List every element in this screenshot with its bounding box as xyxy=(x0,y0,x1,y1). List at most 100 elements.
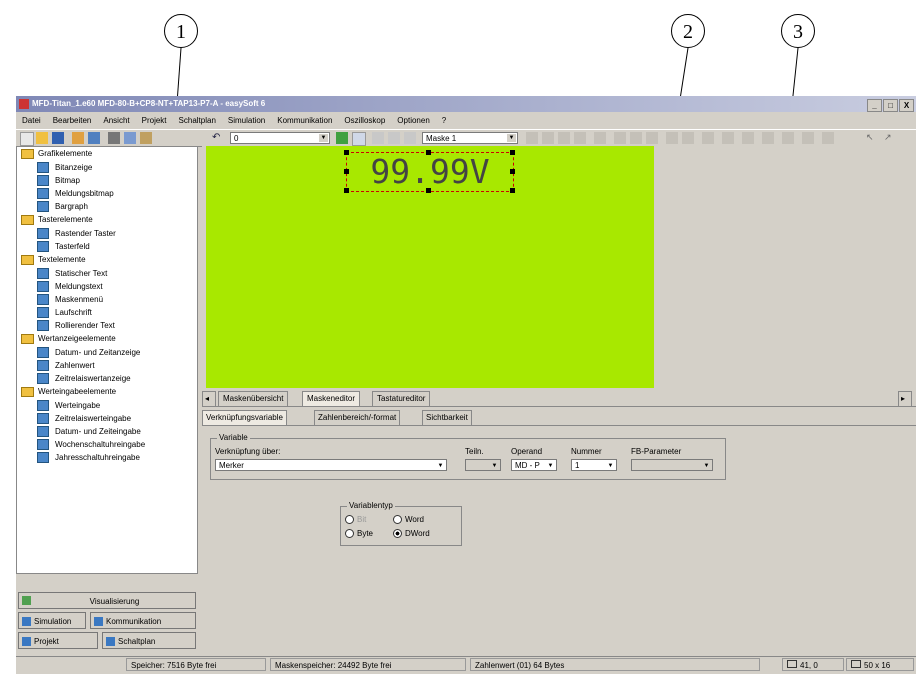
resize-handle[interactable] xyxy=(426,150,431,155)
tab-sichtbarkeit[interactable]: Sichtbarkeit xyxy=(422,410,472,425)
kommunikation-button[interactable]: Kommunikation xyxy=(90,612,196,629)
same-width-icon[interactable] xyxy=(614,132,626,144)
tree-group-textelemente[interactable]: Textelemente xyxy=(17,253,197,267)
projekt-button[interactable]: Projekt xyxy=(18,632,98,649)
tree-group-grafikelemente[interactable]: Grafikelemente xyxy=(17,147,197,161)
numeric-value-element[interactable]: 99.99V xyxy=(346,152,514,192)
tree-item-bitmap[interactable]: Bitmap xyxy=(17,174,197,187)
tree-item-meldungstext[interactable]: Meldungstext xyxy=(17,280,197,293)
same-size-icon[interactable] xyxy=(646,132,658,144)
ungroup-icon[interactable] xyxy=(762,132,774,144)
simulation-button[interactable]: Simulation xyxy=(18,612,86,629)
rotate-icon[interactable] xyxy=(782,132,794,144)
group-icon[interactable] xyxy=(742,132,754,144)
tree-item-zeitrelaiswerteingabe[interactable]: Zeitrelaiswerteingabe xyxy=(17,412,197,425)
tree-item-bargraph[interactable]: Bargraph xyxy=(17,200,197,213)
back-icon[interactable] xyxy=(682,132,694,144)
radio-bit[interactable]: Bit xyxy=(345,515,366,525)
lcd-display[interactable]: 99.99V xyxy=(206,146,654,388)
print-icon[interactable] xyxy=(72,132,84,144)
mirror-icon[interactable] xyxy=(822,132,834,144)
menu-bearbeiten[interactable]: Bearbeiten xyxy=(53,116,92,125)
link-select[interactable]: Merker ▼ xyxy=(215,459,447,471)
zoom-out-icon[interactable] xyxy=(388,132,400,144)
fb-parameter-select[interactable]: ▼ xyxy=(631,459,713,471)
tree-group-werteingabeelemente[interactable]: Werteingabeelemente xyxy=(17,385,197,399)
menu-optionen[interactable]: Optionen xyxy=(397,116,429,125)
menu-oszilloskop[interactable]: Oszilloskop xyxy=(344,116,385,125)
resize-handle[interactable] xyxy=(344,150,349,155)
tree-item-jahresschaltuhreingabe[interactable]: Jahresschaltuhreingabe xyxy=(17,451,197,464)
flip-icon[interactable] xyxy=(802,132,814,144)
tab-maskenuebersicht[interactable]: Maskenübersicht xyxy=(218,391,289,406)
menu-kommunikation[interactable]: Kommunikation xyxy=(277,116,332,125)
align-top-icon[interactable] xyxy=(574,132,586,144)
tree-item-wochenschaltuhreingabe[interactable]: Wochenschaltuhreingabe xyxy=(17,438,197,451)
tab-zahlenbereich-format[interactable]: Zahlenbereich/-format xyxy=(314,410,401,425)
distribute-icon[interactable] xyxy=(594,132,606,144)
tree-item-laufschrift[interactable]: Laufschrift xyxy=(17,306,197,319)
menu-schaltplan[interactable]: Schaltplan xyxy=(179,116,216,125)
teiln-select[interactable]: ▼ xyxy=(465,459,501,471)
lock-icon[interactable] xyxy=(722,132,734,144)
pointer-icon[interactable]: ↖ xyxy=(866,132,878,144)
menu-ansicht[interactable]: Ansicht xyxy=(103,116,129,125)
grid-icon[interactable] xyxy=(702,132,714,144)
radio-word[interactable]: Word xyxy=(393,515,424,525)
tab-tastatureditor[interactable]: Tastatureditor xyxy=(372,391,431,406)
menu-help[interactable]: ? xyxy=(442,116,446,125)
visualisierung-button[interactable]: Visualisierung xyxy=(18,592,196,609)
close-button[interactable]: X xyxy=(899,99,914,112)
resize-handle[interactable] xyxy=(510,150,515,155)
align-left-icon[interactable] xyxy=(526,132,538,144)
nummer-select[interactable]: 1 ▼ xyxy=(571,459,617,471)
resize-handle[interactable] xyxy=(510,169,515,174)
tree-group-tasterelemente[interactable]: Tasterelemente xyxy=(17,213,197,227)
front-icon[interactable] xyxy=(666,132,678,144)
tree-item-datum-zeitanzeige[interactable]: Datum- und Zeitanzeige xyxy=(17,346,197,359)
minimize-button[interactable]: _ xyxy=(867,99,882,112)
scroll-left-icon[interactable]: ◂ xyxy=(202,391,216,406)
open-icon[interactable] xyxy=(36,132,48,144)
help-pointer-icon[interactable]: ↗ xyxy=(884,132,896,144)
menu-projekt[interactable]: Projekt xyxy=(142,116,167,125)
tree-item-bitanzeige[interactable]: Bitanzeige xyxy=(17,161,197,174)
zoom-fit-icon[interactable] xyxy=(404,132,416,144)
radio-dword[interactable]: DWord xyxy=(393,529,430,539)
tree-item-maskenmenue[interactable]: Maskenmenü xyxy=(17,293,197,306)
radio-byte[interactable]: Byte xyxy=(345,529,373,539)
cut-icon[interactable] xyxy=(108,132,120,144)
tree-item-zahlenwert[interactable]: Zahlenwert xyxy=(17,359,197,372)
schaltplan-button[interactable]: Schaltplan xyxy=(102,632,196,649)
align-center-icon[interactable] xyxy=(542,132,554,144)
maximize-button[interactable]: □ xyxy=(883,99,898,112)
save-icon[interactable] xyxy=(52,132,64,144)
copy-icon[interactable] xyxy=(124,132,136,144)
tab-verknuepfungsvariable[interactable]: Verknüpfungsvariable xyxy=(202,410,287,425)
tree-item-tasterfeld[interactable]: Tasterfeld xyxy=(17,240,197,253)
tree-item-rastender-taster[interactable]: Rastender Taster xyxy=(17,227,197,240)
step-combo[interactable]: 0 ▼ xyxy=(230,132,330,144)
align-right-icon[interactable] xyxy=(558,132,570,144)
same-height-icon[interactable] xyxy=(630,132,642,144)
mask-icon[interactable] xyxy=(352,132,366,146)
tree-item-zeitrelaiswertanzeige[interactable]: Zeitrelaiswertanzeige xyxy=(17,372,197,385)
tab-maskeneditor[interactable]: Maskeneditor xyxy=(302,391,361,406)
tree-item-werteingabe[interactable]: Werteingabe xyxy=(17,399,197,412)
operand-select[interactable]: MD - P ▼ xyxy=(511,459,557,471)
print-preview-icon[interactable] xyxy=(88,132,100,144)
menu-datei[interactable]: Datei xyxy=(22,116,41,125)
menu-simulation[interactable]: Simulation xyxy=(228,116,265,125)
arrow-icon[interactable] xyxy=(336,132,348,144)
new-icon[interactable] xyxy=(20,132,34,146)
tree-group-wertanzeigeelemente[interactable]: Wertanzeigeelemente xyxy=(17,332,197,346)
resize-handle[interactable] xyxy=(344,169,349,174)
resize-handle[interactable] xyxy=(426,188,431,193)
scroll-right-icon[interactable]: ▸ xyxy=(898,391,912,406)
tree-item-meldungsbitmap[interactable]: Meldungsbitmap xyxy=(17,187,197,200)
mask-combo[interactable]: Maske 1 ▼ xyxy=(422,132,518,144)
resize-handle[interactable] xyxy=(344,188,349,193)
paste-icon[interactable] xyxy=(140,132,152,144)
tree-item-rollierender-text[interactable]: Rollierender Text xyxy=(17,319,197,332)
tree-item-datum-zeiteingabe[interactable]: Datum- und Zeiteingabe xyxy=(17,425,197,438)
